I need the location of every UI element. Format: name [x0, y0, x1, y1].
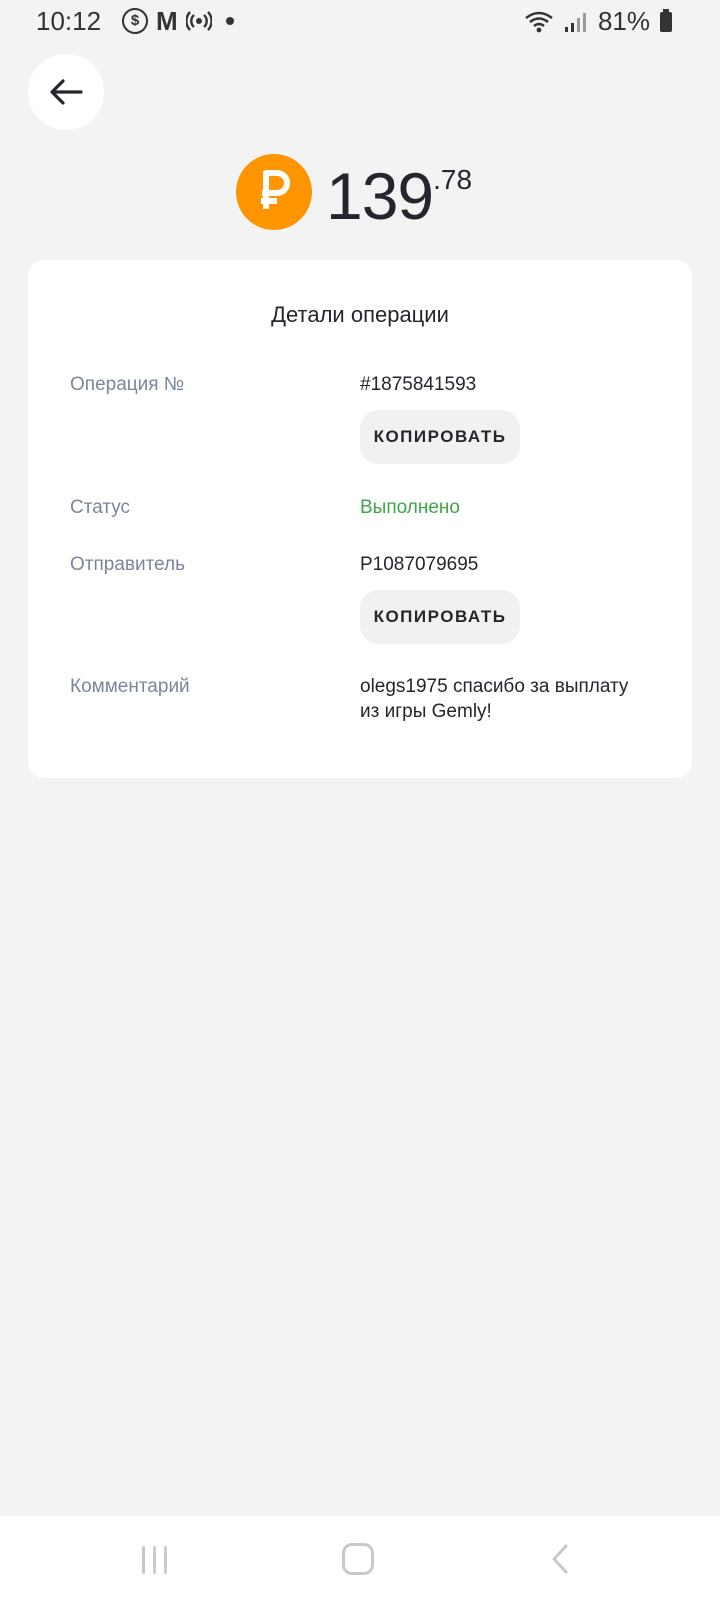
- card-title: Детали операции: [271, 302, 449, 327]
- battery-icon: [660, 8, 672, 32]
- arrow-left-icon: [50, 79, 83, 105]
- home-button[interactable]: [342, 1543, 374, 1575]
- notification-icons: $ M: [110, 8, 234, 34]
- sender-value: P1087079695: [360, 554, 479, 575]
- status-time: 10:12: [36, 6, 102, 36]
- status-label: Статус: [70, 497, 131, 518]
- system-back-icon[interactable]: [550, 1544, 570, 1574]
- copy-operation-button[interactable]: КОПИРОВАТЬ: [360, 410, 520, 464]
- amount-integer: 139: [326, 159, 434, 233]
- operation-number-label: Операция №: [70, 374, 185, 395]
- wifi-icon: [525, 11, 553, 32]
- recents-button[interactable]: [142, 1546, 167, 1574]
- dollar-circle-icon: $: [122, 8, 148, 34]
- sender-label: Отправитель: [70, 554, 186, 575]
- comment-value: olegs1975 спасибо за выплату из игры Gem…: [360, 676, 629, 722]
- operation-details-card: Детали операции Операция № #1875841593 К…: [28, 260, 692, 778]
- m-notification-icon: M: [156, 6, 178, 36]
- back-button[interactable]: [28, 54, 104, 130]
- amount-fraction: .78: [433, 164, 473, 195]
- status-bar: 10:12 $ M 81%: [0, 0, 720, 44]
- amount-header: 139 .78: [236, 154, 472, 238]
- more-notifications-dot: [225, 17, 234, 25]
- battery-percent: 81%: [597, 6, 650, 36]
- copy-sender-button[interactable]: КОПИРОВАТЬ: [360, 590, 520, 644]
- operation-number-value: #1875841593: [360, 374, 477, 395]
- comment-label: Комментарий: [70, 676, 190, 697]
- status-value: Выполнено: [360, 497, 460, 518]
- ruble-coin-icon: [236, 154, 312, 230]
- system-navigation-bar: [0, 1516, 720, 1600]
- broadcast-icon: [185, 11, 212, 31]
- system-status-icons: 81%: [524, 6, 672, 37]
- signal-icon: [564, 12, 586, 32]
